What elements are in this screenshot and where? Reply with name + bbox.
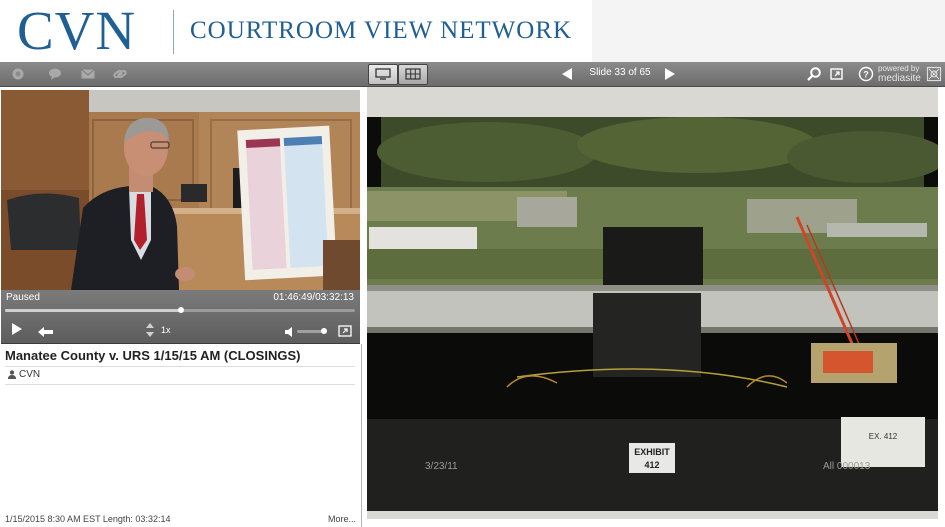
- aerial-photo-exhibit: EX. 412 EXHIBIT 412 3/23/11 All 000013: [367, 87, 938, 519]
- volume-handle[interactable]: [321, 328, 327, 334]
- rewind-icon: [38, 327, 53, 337]
- video-player[interactable]: [1, 90, 360, 290]
- powered-by-label: powered by: [878, 64, 920, 73]
- playback-status: Paused: [6, 292, 40, 303]
- home-icon[interactable]: [10, 66, 26, 82]
- rewind-button[interactable]: [38, 324, 54, 342]
- network-name: COURTROOM VIEW NETWORK: [190, 17, 573, 44]
- scrub-bar[interactable]: [5, 307, 355, 313]
- exhibit-sticker-text: EX. 412: [869, 432, 898, 441]
- link-icon[interactable]: [112, 66, 128, 82]
- popout-icon[interactable]: [829, 66, 845, 82]
- grid-view-button[interactable]: [398, 64, 428, 85]
- svg-text:?: ?: [863, 70, 869, 80]
- email-icon[interactable]: [80, 66, 96, 82]
- grid-view-icon: [405, 68, 421, 80]
- play-button[interactable]: [12, 323, 22, 335]
- presenter: CVN: [8, 369, 40, 380]
- scrub-progress: [5, 309, 182, 312]
- speed-arrows-icon: [146, 323, 154, 337]
- next-slide-button[interactable]: [665, 68, 675, 80]
- divider: [5, 384, 355, 385]
- person-icon: [8, 370, 16, 379]
- slide-view-button[interactable]: [368, 64, 398, 85]
- player-controls: Paused 01:46:49/03:32:13 1x: [1, 290, 360, 344]
- volume-icon[interactable]: [284, 325, 296, 343]
- chat-icon[interactable]: [47, 66, 63, 82]
- settings-icon[interactable]: [926, 66, 942, 82]
- exhibit-label: EXHIBIT: [634, 447, 670, 457]
- fullscreen-button[interactable]: [338, 324, 352, 342]
- exhibit-number: 412: [644, 460, 659, 470]
- more-link[interactable]: More...: [328, 514, 356, 524]
- help-icon[interactable]: ?: [858, 66, 874, 82]
- powered-by: powered by mediasite: [878, 64, 921, 85]
- volume-slider[interactable]: [297, 328, 327, 334]
- slide-view-icon: [375, 68, 391, 80]
- mediasite-brand: mediasite: [878, 73, 921, 84]
- presentation-meta: 1/15/2015 8:30 AM EST Length: 03:32:14: [5, 514, 171, 524]
- presentation-title: Manatee County v. URS 1/15/15 AM (CLOSIN…: [5, 348, 301, 363]
- presentation-info: Manatee County v. URS 1/15/15 AM (CLOSIN…: [0, 344, 362, 527]
- photo-date-stamp: 3/23/11: [425, 461, 458, 472]
- header-background: [592, 0, 945, 62]
- slide-panel: EX. 412 EXHIBIT 412 3/23/11 All 000013: [363, 87, 945, 527]
- speed-adjust-button[interactable]: [145, 322, 155, 343]
- scrub-handle[interactable]: [178, 307, 185, 313]
- previous-slide-button[interactable]: [562, 68, 572, 80]
- slide-navigator: Slide 33 of 65: [560, 62, 680, 86]
- courtroom-video-frame: [1, 90, 360, 290]
- site-header: CVN COURTROOM VIEW NETWORK: [0, 0, 945, 62]
- fullscreen-icon: [338, 325, 352, 337]
- cvn-logo[interactable]: CVN: [17, 2, 136, 60]
- slide-counter: Slide 33 of 65: [589, 67, 651, 78]
- logo-divider: [173, 10, 174, 54]
- exhibit-slide[interactable]: EX. 412 EXHIBIT 412 3/23/11 All 000013: [367, 87, 938, 519]
- playback-speed[interactable]: 1x: [161, 325, 171, 335]
- divider: [5, 366, 355, 367]
- player-toolbar: Slide 33 of 65 ? powered by mediasite: [0, 62, 945, 87]
- search-icon[interactable]: [806, 66, 822, 82]
- bates-number: All 000013: [823, 461, 871, 472]
- playback-time: 01:46:49/03:32:13: [273, 292, 354, 303]
